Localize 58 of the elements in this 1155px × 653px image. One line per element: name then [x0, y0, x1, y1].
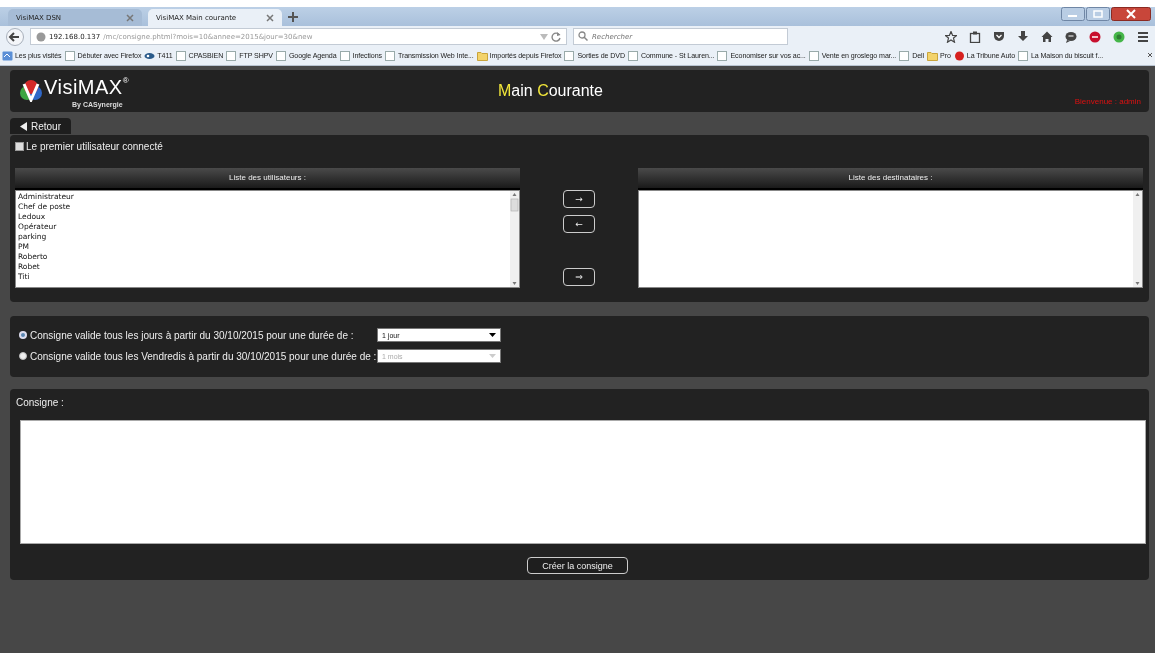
folder-icon [476, 50, 488, 62]
minimize-icon[interactable] [1061, 7, 1085, 21]
bookmarks-icon [2, 50, 13, 62]
checkbox[interactable] [15, 142, 24, 151]
back-button[interactable]: Retour [10, 118, 71, 134]
transfer-button[interactable]: ⇒ [563, 268, 595, 286]
page-icon [808, 50, 820, 62]
transfer-button[interactable]: → [563, 190, 595, 208]
close-icon[interactable] [1111, 7, 1151, 21]
close-icon[interactable] [266, 13, 274, 22]
page-icon [339, 50, 351, 62]
logo-icon [18, 80, 44, 102]
create-button[interactable]: Créer la consigne [527, 557, 628, 574]
pocket-icon[interactable] [993, 30, 1005, 43]
radio-button[interactable] [19, 331, 27, 339]
list-header: Liste des destinataires : [638, 168, 1143, 190]
home-icon[interactable] [1041, 30, 1053, 43]
eye-icon [144, 50, 156, 62]
page-title: Main Courante [498, 82, 603, 100]
scrollbar-icon[interactable] [1133, 191, 1142, 287]
triangle-icon [20, 121, 27, 131]
menu-icon[interactable] [1137, 30, 1149, 43]
extension-icon[interactable] [1113, 30, 1125, 43]
page-icon [175, 50, 187, 62]
stop-sign-icon[interactable] [1089, 30, 1101, 43]
page-icon [564, 50, 576, 62]
clipboard-icon[interactable] [969, 30, 981, 43]
new-tab-icon[interactable] [288, 11, 298, 22]
page-icon [627, 50, 639, 62]
consigne-label: Consigne : [16, 397, 65, 408]
option-label: Consigne valide tous les Vendredis à partir du 30/10/2015 pour une durée de : [30, 350, 377, 362]
dot-icon [953, 50, 965, 62]
page-icon [1018, 50, 1029, 62]
page-icon [226, 50, 238, 62]
page-icon [899, 50, 911, 62]
chat-icon[interactable] [1065, 30, 1077, 43]
reload-icon[interactable] [551, 31, 561, 42]
page-icon [717, 50, 729, 62]
page-icon [384, 50, 396, 62]
download-icon[interactable] [1017, 30, 1029, 43]
star-icon[interactable] [945, 30, 957, 43]
recipient-list[interactable] [638, 190, 1143, 288]
caret-icon [489, 333, 496, 337]
consigne-field[interactable] [20, 420, 1146, 544]
welcome-text: Bienvenue : admin [1074, 97, 1141, 106]
maximize-icon[interactable] [1086, 7, 1110, 21]
transfer-button[interactable]: ← [563, 215, 595, 233]
logo-text: VisiMAX [44, 76, 123, 99]
page-icon [275, 50, 287, 62]
checkbox-label: Le premier utilisateur connecté [26, 141, 163, 152]
caret-icon [489, 354, 496, 358]
scrollbar-icon[interactable] [510, 191, 519, 287]
folder-icon [927, 50, 939, 62]
option-label: Consigne valide tous les jours à partir du 30/10/2015 pour une durée de : [30, 329, 354, 341]
back-icon[interactable] [6, 27, 24, 46]
page-icon [64, 50, 76, 62]
list-header: Liste des utilisateurs : [15, 168, 520, 190]
registered-mark: ® [122, 76, 129, 85]
